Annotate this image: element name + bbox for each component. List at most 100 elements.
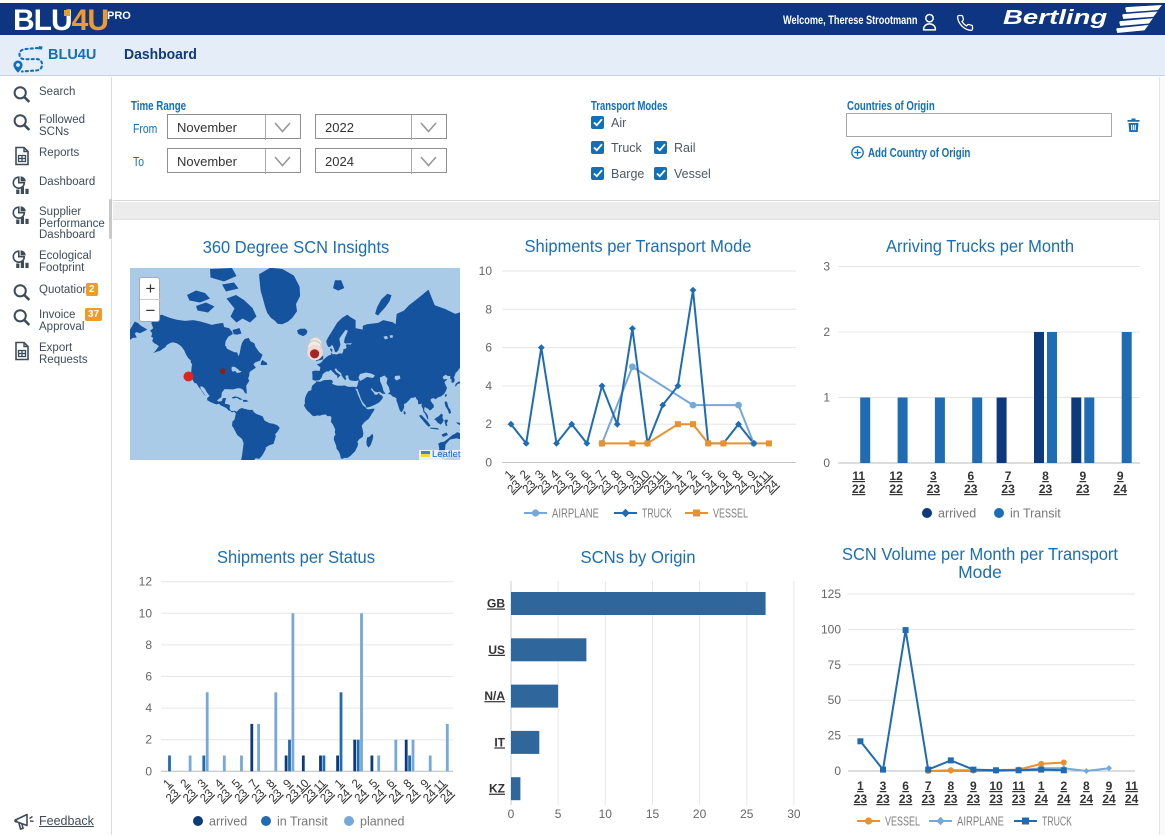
svg-text:50: 50 xyxy=(828,693,842,707)
svg-text:3: 3 xyxy=(930,469,937,483)
svg-text:6: 6 xyxy=(967,469,974,483)
svg-text:22: 22 xyxy=(852,482,866,496)
svg-text:23: 23 xyxy=(181,787,199,805)
svg-text:24: 24 xyxy=(387,787,405,805)
svg-text:25: 25 xyxy=(740,807,754,821)
svg-text:23: 23 xyxy=(215,787,233,805)
svg-text:23: 23 xyxy=(876,792,890,806)
svg-text:9: 9 xyxy=(970,779,977,793)
svg-text:4: 4 xyxy=(145,701,152,715)
svg-text:AIRPLANE: AIRPLANE xyxy=(957,815,1004,829)
svg-text:30: 30 xyxy=(787,807,801,821)
svg-text:5: 5 xyxy=(555,807,562,821)
svg-text:23: 23 xyxy=(1012,792,1026,806)
svg-text:Arriving Trucks per Month: Arriving Trucks per Month xyxy=(886,236,1074,256)
svg-text:GB: GB xyxy=(487,597,505,611)
svg-text:11: 11 xyxy=(1012,779,1025,793)
svg-text:24: 24 xyxy=(1057,792,1071,806)
svg-text:9: 9 xyxy=(1079,469,1086,483)
svg-text:23: 23 xyxy=(1039,482,1053,496)
svg-text:24: 24 xyxy=(1035,792,1049,806)
svg-text:12: 12 xyxy=(889,469,903,483)
svg-text:TRUCK: TRUCK xyxy=(642,507,672,521)
svg-text:8: 8 xyxy=(1042,469,1049,483)
svg-text:3: 3 xyxy=(823,260,830,274)
svg-text:6: 6 xyxy=(485,341,492,355)
svg-text:SCN Volume per Month per Trans: SCN Volume per Month per Transport xyxy=(842,544,1118,564)
svg-text:23: 23 xyxy=(927,482,941,496)
svg-text:0: 0 xyxy=(834,764,841,778)
svg-text:24: 24 xyxy=(1080,792,1094,806)
svg-text:24: 24 xyxy=(1125,792,1139,806)
svg-text:arrived: arrived xyxy=(938,507,976,521)
svg-text:24: 24 xyxy=(404,787,422,805)
svg-text:9: 9 xyxy=(1117,469,1124,483)
svg-text:24: 24 xyxy=(335,787,353,805)
svg-text:23: 23 xyxy=(967,792,981,806)
svg-text:23: 23 xyxy=(164,787,182,805)
svg-text:8: 8 xyxy=(1083,779,1090,793)
svg-text:24: 24 xyxy=(370,787,388,805)
svg-text:Shipments per Status: Shipments per Status xyxy=(217,547,375,567)
svg-text:AIRPLANE: AIRPLANE xyxy=(552,507,599,521)
svg-text:11: 11 xyxy=(1125,779,1138,793)
svg-text:10: 10 xyxy=(989,779,1003,793)
svg-text:12: 12 xyxy=(139,575,153,589)
svg-text:VESSEL: VESSEL xyxy=(885,815,920,829)
svg-text:100: 100 xyxy=(821,622,841,636)
svg-text:11: 11 xyxy=(852,469,865,483)
svg-text:23: 23 xyxy=(964,482,978,496)
svg-text:0: 0 xyxy=(145,764,152,778)
svg-text:2: 2 xyxy=(823,325,830,339)
svg-text:10: 10 xyxy=(479,264,493,278)
svg-text:125: 125 xyxy=(821,587,841,601)
svg-text:2: 2 xyxy=(145,733,152,747)
svg-text:US: US xyxy=(488,643,505,657)
svg-text:23: 23 xyxy=(922,792,936,806)
svg-text:arrived: arrived xyxy=(209,815,247,829)
svg-text:25: 25 xyxy=(828,729,842,743)
svg-text:8: 8 xyxy=(947,779,954,793)
svg-text:7: 7 xyxy=(925,779,932,793)
svg-text:23: 23 xyxy=(250,787,268,805)
svg-text:23: 23 xyxy=(1001,482,1015,496)
svg-text:8: 8 xyxy=(485,302,492,316)
svg-text:1: 1 xyxy=(823,391,830,405)
svg-text:in Transit: in Transit xyxy=(1010,507,1061,521)
svg-text:1: 1 xyxy=(857,779,864,793)
svg-text:2: 2 xyxy=(485,417,492,431)
svg-text:in Transit: in Transit xyxy=(277,815,328,829)
svg-text:N/A: N/A xyxy=(484,689,505,703)
svg-text:1: 1 xyxy=(1038,779,1045,793)
svg-text:7: 7 xyxy=(1005,469,1012,483)
svg-text:23: 23 xyxy=(854,792,868,806)
svg-text:23: 23 xyxy=(198,787,216,805)
svg-text:23: 23 xyxy=(267,787,285,805)
svg-text:0: 0 xyxy=(508,807,515,821)
svg-text:9: 9 xyxy=(1106,779,1113,793)
svg-text:VESSEL: VESSEL xyxy=(713,507,748,521)
svg-text:3: 3 xyxy=(880,779,887,793)
svg-text:4: 4 xyxy=(485,379,492,393)
svg-text:0: 0 xyxy=(823,456,830,470)
svg-text:IT: IT xyxy=(494,735,505,749)
svg-text:24: 24 xyxy=(1114,482,1128,496)
svg-text:8: 8 xyxy=(145,638,152,652)
svg-text:75: 75 xyxy=(828,658,842,672)
svg-text:TRUCK: TRUCK xyxy=(1042,815,1072,829)
svg-text:6: 6 xyxy=(145,670,152,684)
svg-text:23: 23 xyxy=(233,787,251,805)
svg-text:23: 23 xyxy=(989,792,1003,806)
svg-text:planned: planned xyxy=(360,815,405,829)
svg-text:15: 15 xyxy=(646,807,660,821)
svg-text:10: 10 xyxy=(599,807,613,821)
svg-text:2: 2 xyxy=(1060,779,1067,793)
svg-text:22: 22 xyxy=(889,482,903,496)
svg-text:23: 23 xyxy=(899,792,913,806)
svg-text:SCNs by Origin: SCNs by Origin xyxy=(581,547,696,567)
svg-text:Shipments per Transport Mode: Shipments per Transport Mode xyxy=(525,236,752,256)
svg-text:10: 10 xyxy=(139,606,153,620)
svg-text:20: 20 xyxy=(693,807,707,821)
svg-text:KZ: KZ xyxy=(489,782,505,796)
svg-text:23: 23 xyxy=(1076,482,1090,496)
